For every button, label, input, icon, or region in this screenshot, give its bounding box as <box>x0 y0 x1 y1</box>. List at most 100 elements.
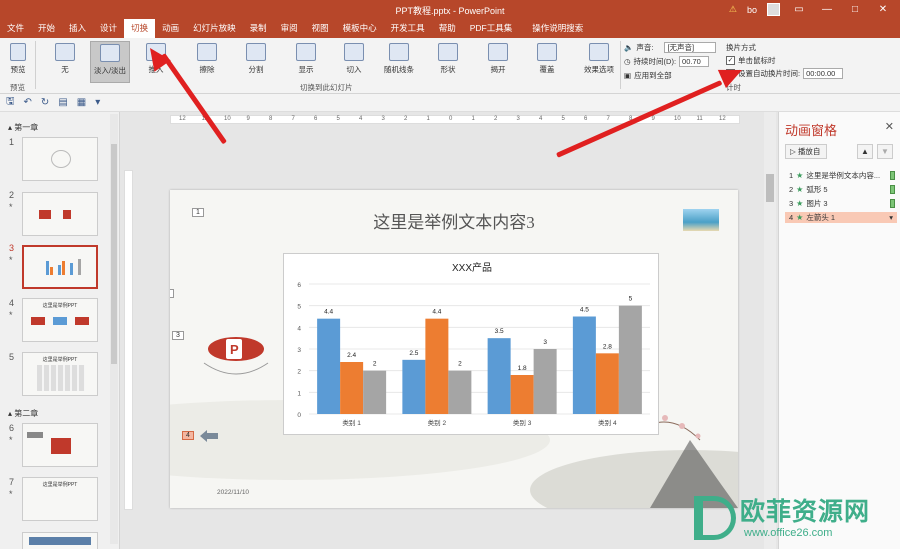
menu-10[interactable]: 模板中心 <box>336 19 384 38</box>
anim-tag-2[interactable]: 2 <box>170 289 174 298</box>
animation-item-1[interactable]: 1 ★ 这里是举例文本内容... <box>785 170 897 181</box>
animation-item-3[interactable]: 3 ★ 图片 3 <box>785 198 897 209</box>
menu-8[interactable]: 审阅 <box>274 19 305 38</box>
transition-8-button[interactable]: 形状 <box>428 41 468 83</box>
left-arrow-icon[interactable] <box>200 430 220 442</box>
menu-0[interactable]: 文件 <box>0 19 31 38</box>
beach-image[interactable] <box>683 209 719 231</box>
star-icon: ★ <box>796 199 804 208</box>
from-start-icon[interactable]: ▤ <box>58 97 67 108</box>
ruler-label: 2 <box>494 116 498 122</box>
play-from-button[interactable]: ▷ 播放自 <box>785 144 827 159</box>
transition-7-button[interactable]: 随机线条 <box>379 41 419 83</box>
menu-7[interactable]: 录制 <box>243 19 274 38</box>
undo-icon[interactable]: ↶ <box>24 97 32 108</box>
move-down-button[interactable]: ▼ <box>877 144 893 159</box>
move-up-button[interactable]: ▲ <box>857 144 873 159</box>
transition-10-button[interactable]: 覆盖 <box>527 41 567 83</box>
user-name[interactable]: bo <box>747 5 757 15</box>
animation-pane-close-icon[interactable]: ✕ <box>885 120 894 133</box>
menu-4[interactable]: 切换 <box>124 19 156 38</box>
clock-icon: ◷ <box>624 57 631 66</box>
apply-all-button[interactable]: ▣ 应用到全部 <box>624 70 672 81</box>
ribbon-display-icon[interactable]: ▭ <box>790 4 808 15</box>
menu-12[interactable]: 帮助 <box>432 19 463 38</box>
auto-advance-label: 设置自动换片时间: <box>738 69 801 78</box>
menu-14[interactable]: 操作说明搜索 <box>525 19 590 38</box>
avatar[interactable] <box>767 3 780 16</box>
menu-11[interactable]: 开发工具 <box>384 19 432 38</box>
horizontal-ruler: 1211109876543210123456789101112 <box>170 115 740 124</box>
slide-number-6: 6 <box>9 423 15 433</box>
powerpoint-logo-image[interactable]: P <box>196 333 276 383</box>
y-tick-label: 5 <box>297 304 301 311</box>
x-tick-label: 类别 1 <box>342 418 361 427</box>
bar <box>363 370 387 414</box>
transition-6-button[interactable]: 切入 <box>334 41 374 83</box>
restore-button[interactable]: □ <box>846 4 864 15</box>
ruler-label: 4 <box>359 116 363 122</box>
effect-options-button[interactable]: 效果选项 <box>578 41 620 83</box>
slide-title[interactable]: 这里是举例文本内容3 <box>170 208 738 233</box>
slide-thumb-2[interactable] <box>22 192 98 236</box>
section-2[interactable]: ▴ 第二章 <box>8 408 38 419</box>
close-button[interactable]: ✕ <box>874 4 892 15</box>
thumbnail-pane: ▴ 第一章 1 2 * 3 * 4 * 这里是举例PPT 5 这里是举例PPT … <box>0 112 120 549</box>
transition-9-icon <box>488 43 508 61</box>
slide-thumb-4[interactable]: 这里是举例PPT <box>22 298 98 342</box>
transition-5-button[interactable]: 显示 <box>286 41 326 83</box>
slide-thumb-6[interactable] <box>22 423 98 467</box>
save-icon[interactable]: 🖫 <box>6 94 15 111</box>
menu-5[interactable]: 动画 <box>155 19 186 38</box>
slide-thumb-3[interactable] <box>22 245 98 289</box>
menu-1[interactable]: 开始 <box>31 19 62 38</box>
section-1[interactable]: ▴ 第一章 <box>8 122 38 133</box>
transition-0-button[interactable]: 无 <box>45 41 85 83</box>
editor-scrollbar[interactable] <box>764 112 776 549</box>
anim-tag-1[interactable]: 1 <box>192 208 204 217</box>
ruler-label: 10 <box>224 116 231 122</box>
bar <box>533 349 557 414</box>
thumbnail-scrollbar[interactable] <box>110 114 118 544</box>
slide-thumb-7[interactable]: 这里是举例PPT <box>22 477 98 521</box>
duration-input[interactable]: 00.70 <box>679 56 710 67</box>
customize-icon[interactable]: ▾ <box>95 97 100 108</box>
menu-2[interactable]: 插入 <box>62 19 93 38</box>
y-tick-label: 1 <box>297 390 301 397</box>
ruler-label: 11 <box>696 116 703 122</box>
slide-star-3: * <box>9 255 13 265</box>
chart-svg: XXX产品 0 1 2 3 4 5 6 类别 1 4.4 2.4 2 类别 2 2.5 4.4 2 类别 3 3.… <box>297 261 650 427</box>
animation-item-number: 1 <box>789 171 794 180</box>
preview-button[interactable]: 预览 <box>4 41 32 83</box>
touch-mode-icon[interactable]: ▦ <box>77 97 86 108</box>
redo-icon[interactable]: ↻ <box>41 97 49 108</box>
timing-bar <box>890 171 895 180</box>
animation-item-2[interactable]: 2 ★ 弧形 5 <box>785 184 897 195</box>
bar <box>487 338 511 414</box>
section-2-label: 第二章 <box>14 409 39 418</box>
sound-select[interactable]: [无声音] <box>664 42 717 53</box>
slide-thumb-1[interactable] <box>22 137 98 181</box>
menu-13[interactable]: PDF工具集 <box>463 19 520 38</box>
transition-9-button[interactable]: 揭开 <box>478 41 518 83</box>
menu-3[interactable]: 设计 <box>93 19 124 38</box>
bar-chart[interactable]: XXX产品 0 1 2 3 4 5 6 类别 1 4.4 2.4 2 类别 2 2.5 4.4 2 类别 3 3.… <box>283 253 659 435</box>
anim-tag-3[interactable]: 3 <box>172 331 184 340</box>
transition-1-button[interactable]: 淡入/淡出 <box>90 41 130 83</box>
auto-advance-input[interactable]: 00:00.00 <box>803 68 844 79</box>
anim-tag-4[interactable]: 4 <box>182 431 194 440</box>
warning-icon[interactable]: ⚠ <box>729 4 737 15</box>
transition-3-button[interactable]: 擦除 <box>187 41 227 83</box>
slide-thumb-5[interactable]: 这里是举例PPT <box>22 352 98 396</box>
ruler-label: 6 <box>314 116 318 122</box>
minimize-button[interactable]: — <box>818 4 836 15</box>
animation-item-label: 左箭头 1 <box>806 213 836 222</box>
menu-9[interactable]: 视图 <box>305 19 336 38</box>
data-label: 4.4 <box>324 309 333 316</box>
menu-6[interactable]: 幻灯片放映 <box>186 19 243 38</box>
slide-thumb-8[interactable] <box>22 532 98 549</box>
transition-4-button[interactable]: 分割 <box>236 41 276 83</box>
slide-canvas[interactable]: 这里是举例文本内容3 1 2 3 4 P XXX产品 0 1 2 3 4 5 6 类别 1 4.4… <box>170 190 738 508</box>
animation-item-4[interactable]: 4 ★ 左箭头 1 ▾ <box>785 212 897 223</box>
dropdown-icon[interactable]: ▾ <box>889 212 893 223</box>
